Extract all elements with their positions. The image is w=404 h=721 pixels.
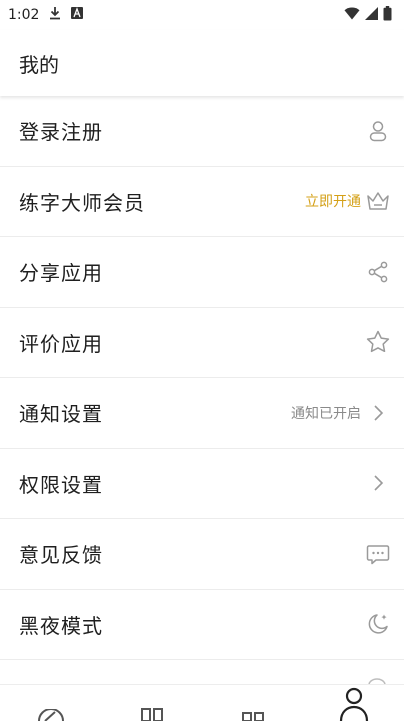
user-icon xyxy=(365,118,391,144)
page-header: 我的 xyxy=(0,30,404,96)
book-icon xyxy=(140,708,163,721)
brush-icon xyxy=(37,709,64,721)
nav-tab-books[interactable] xyxy=(122,685,182,721)
vip-activate-link[interactable]: 立即开通 xyxy=(305,191,361,211)
crown-icon xyxy=(365,188,391,214)
row-right xyxy=(365,541,391,567)
page-title: 我的 xyxy=(19,52,59,77)
settings-menu: 登录注册 练字大师会员 立即开通 分享应用 评价应用 通知设置 通知已开启 权限… xyxy=(0,96,404,660)
notification-status: 通知已开启 xyxy=(291,405,361,422)
bottom-nav xyxy=(0,684,404,721)
share-icon xyxy=(365,259,391,285)
nav-tab-grid[interactable] xyxy=(223,685,283,721)
menu-item-vip[interactable]: 练字大师会员 立即开通 xyxy=(0,167,404,237)
status-bar: 1:02 xyxy=(0,0,404,30)
status-left: 1:02 xyxy=(8,6,84,24)
row-right xyxy=(365,329,391,355)
profile-icon xyxy=(339,687,368,721)
menu-item-label: 登录注册 xyxy=(19,120,103,145)
row-right xyxy=(365,259,391,285)
status-time: 1:02 xyxy=(8,7,40,23)
nav-tab-profile[interactable] xyxy=(324,685,384,721)
menu-item-label: 黑夜模式 xyxy=(19,613,103,638)
menu-item-feedback[interactable]: 意见反馈 xyxy=(0,519,404,590)
row-right: 立即开通 xyxy=(305,188,391,214)
row-right xyxy=(365,118,391,144)
menu-item-label: 通知设置 xyxy=(19,402,103,427)
menu-item-share[interactable]: 分享应用 xyxy=(0,237,404,308)
menu-item-notifications[interactable]: 通知设置 通知已开启 xyxy=(0,378,404,449)
row-right: 通知已开启 xyxy=(291,400,391,426)
menu-item-label: 分享应用 xyxy=(19,261,103,286)
row-right xyxy=(365,470,391,496)
download-icon xyxy=(49,6,61,24)
a-badge-icon xyxy=(71,7,84,23)
menu-item-label: 练字大师会员 xyxy=(19,190,145,215)
star-icon xyxy=(365,329,391,355)
menu-item-label: 权限设置 xyxy=(19,472,103,497)
signal-icon xyxy=(365,6,378,24)
chat-bubble-icon xyxy=(365,541,391,567)
row-right xyxy=(365,611,391,637)
menu-item-permissions[interactable]: 权限设置 xyxy=(0,449,404,519)
menu-item-rate[interactable]: 评价应用 xyxy=(0,308,404,378)
menu-item-label: 意见反馈 xyxy=(19,543,103,568)
wifi-icon xyxy=(344,7,360,24)
status-right xyxy=(344,5,392,25)
menu-item-login[interactable]: 登录注册 xyxy=(0,96,404,167)
chevron-right-icon xyxy=(365,470,391,496)
menu-item-partial[interactable] xyxy=(0,660,404,686)
menu-item-dark-mode[interactable]: 黑夜模式 xyxy=(0,590,404,660)
battery-icon xyxy=(383,5,392,25)
moon-icon xyxy=(365,611,391,637)
menu-item-label: 评价应用 xyxy=(19,331,103,356)
chevron-right-icon xyxy=(365,400,391,426)
nav-tab-practice[interactable] xyxy=(21,685,81,721)
